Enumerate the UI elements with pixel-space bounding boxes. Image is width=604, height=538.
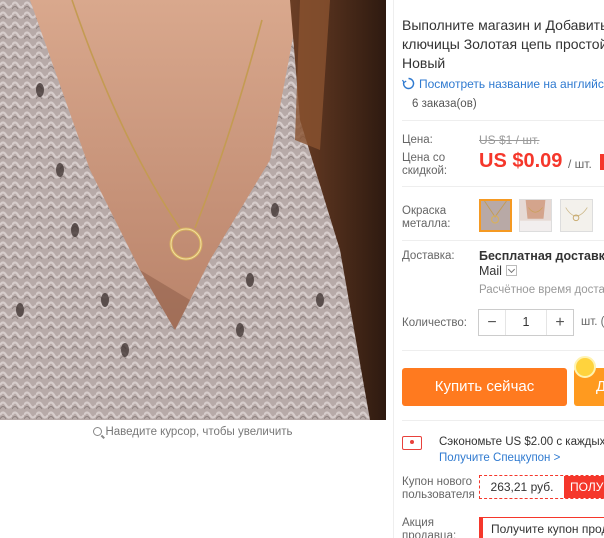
shipping-method: Mail [479,264,502,278]
translate-title-link[interactable]: Посмотреть название на английс [402,77,604,91]
seller-promo-label: Акция продавца: [402,517,456,538]
product-title: Выполните магазин и Добавить ключицы Зол… [402,16,604,73]
quantity-input[interactable]: 1 [505,310,547,335]
discount-price-label: Цена со скидкой: [402,152,447,178]
chevron-down-icon[interactable] [505,265,517,276]
discount-label-line: скидкой: [402,165,448,177]
divider [402,186,604,187]
shipping-method-select[interactable]: Mail [479,264,517,278]
color-label-line: металла: [402,218,451,230]
product-main-image[interactable] [0,0,386,420]
new-user-label-line: пользователя [402,489,475,501]
shipping-label: Доставка: [402,250,455,262]
seller-coupon-button[interactable]: Получите купон прода [479,517,604,538]
color-label-line: Окраска [402,205,447,217]
divider [402,240,604,241]
color-swatch-gold[interactable] [479,199,512,232]
special-coupon-link[interactable]: Получите Спецкупон > [439,452,560,464]
product-title-line: Новый [402,55,446,71]
color-swatch-model[interactable] [519,199,552,232]
divider [402,120,604,121]
seller-label-line: продавца: [402,530,457,538]
quantity-label: Количество: [402,317,467,329]
magnifier-icon [93,427,103,436]
quantity-decrease-button[interactable]: − [479,310,505,335]
new-user-label-line: Купон нового [402,476,473,488]
divider [402,350,604,351]
orders-count: 6 заказа(ов) [412,98,477,110]
color-swatch-silver[interactable] [560,199,593,232]
delivery-time: Расчётное время доставк [479,284,604,296]
savings-text: Сэкономьте US $2.00 с каждых U [439,436,604,448]
new-user-coupon-label: Купон нового пользователя [402,476,475,502]
coupon-amount: 263,21 руб. [490,480,554,494]
divider [402,420,604,421]
discount-label-line: Цена со [402,152,446,164]
get-coupon-button[interactable]: ПОЛУ [564,476,604,498]
product-title-line: Выполните магазин и Добавить [402,17,604,33]
coupon-icon [402,436,422,450]
quantity-unit: шт. (9 [581,316,604,328]
quantity-stepper: − 1 + [478,309,574,336]
discount-price: US $0.09 [479,150,563,172]
divider [393,0,394,538]
product-title-line: ключицы Золотая цепь простой [402,36,604,52]
discount-badge [600,154,604,170]
zoom-hint: Наведите курсор, чтобы увеличить [0,426,386,438]
translate-icon [402,77,415,90]
price-unit: / шт. [568,157,592,171]
seller-label-line: Акция [402,517,434,529]
original-price: US $1 / шт. [479,133,540,147]
coin-icon [574,356,596,378]
translate-link-text[interactable]: Посмотреть название на английс [419,77,604,91]
zoom-hint-text: Наведите курсор, чтобы увеличить [105,426,293,438]
buy-now-button[interactable]: Купить сейчас [402,368,567,406]
product-details: Выполните магазин и Добавить ключицы Зол… [402,0,604,538]
quantity-increase-button[interactable]: + [547,310,573,335]
shipping-title: Бесплатная доставка в [479,249,604,263]
new-user-coupon[interactable]: 263,21 руб. ПОЛУ [479,475,604,499]
price-label: Цена: [402,134,433,146]
color-label: Окраска металла: [402,205,450,231]
